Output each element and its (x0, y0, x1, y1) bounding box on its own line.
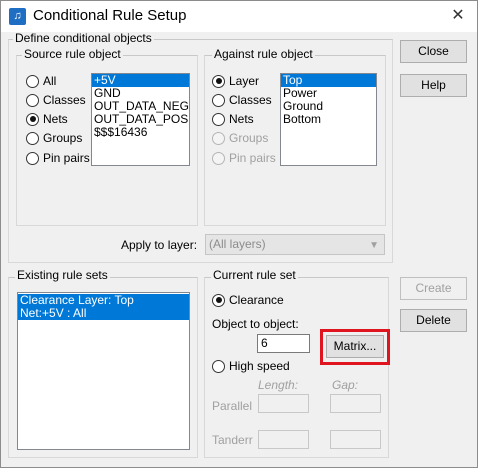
against-rule-object-label: Against rule object (212, 47, 315, 61)
create-button: Create (400, 277, 467, 300)
radio-button-icon (26, 93, 39, 107)
high-speed-radio[interactable]: High speed (212, 358, 290, 374)
source-radio-all[interactable]: All (26, 73, 56, 89)
existing-rule-sets-label: Existing rule sets (15, 268, 110, 282)
source-radio-groups[interactable]: Groups (26, 130, 82, 146)
radio-button-icon (26, 151, 39, 165)
clearance-radio[interactable]: Clearance (212, 292, 284, 308)
source-radio-classes[interactable]: Classes (26, 92, 86, 108)
against-radio-nets[interactable]: Nets (212, 111, 254, 127)
close-icon[interactable]: ✕ (447, 5, 469, 27)
against-radio-layer[interactable]: Layer (212, 73, 259, 89)
tandem-label: Tanderr (212, 433, 253, 447)
conditional-rule-dialog: ♫ Conditional Rule Setup ✕ Define condit… (0, 0, 478, 468)
radio-button-icon (26, 112, 39, 126)
against-object-list[interactable]: Top Power Ground Bottom (280, 73, 377, 166)
radio-button-icon (212, 74, 225, 88)
source-radio-nets[interactable]: Nets (26, 111, 68, 127)
app-icon: ♫ (9, 8, 26, 25)
against-radio-groups: Groups (212, 130, 268, 146)
gap-label: Gap: (332, 378, 359, 392)
current-rule-set-label: Current rule set (211, 268, 298, 282)
source-rule-object-label: Source rule object (22, 47, 123, 61)
object-to-object-input[interactable]: 6 (257, 334, 310, 353)
radio-button-icon (26, 74, 39, 88)
list-item[interactable]: $$$16436 (92, 126, 189, 139)
radio-button-icon (212, 293, 225, 307)
tandem-gap-input (330, 430, 381, 449)
window-title: Conditional Rule Setup (33, 7, 187, 24)
parallel-length-input (258, 394, 309, 413)
define-conditional-objects-label: Define conditional objects (13, 31, 154, 45)
radio-button-icon (212, 131, 225, 145)
apply-to-layer-label: Apply to layer: (121, 238, 198, 252)
parallel-gap-input (330, 394, 381, 413)
against-radio-classes[interactable]: Classes (212, 92, 272, 108)
chevron-down-icon: ▼ (369, 240, 379, 251)
help-button[interactable]: Help (400, 74, 467, 97)
object-to-object-label: Object to object: (212, 317, 299, 331)
radio-button-icon (212, 112, 225, 126)
delete-button[interactable]: Delete (400, 309, 467, 332)
parallel-label: Parallel (212, 399, 253, 413)
matrix-button[interactable]: Matrix... (326, 335, 384, 358)
tandem-length-input (258, 430, 309, 449)
radio-button-icon (212, 359, 225, 373)
source-radio-pin-pairs[interactable]: Pin pairs (26, 150, 90, 166)
source-object-list[interactable]: +5V GND OUT_DATA_NEG OUT_DATA_POS $$$164… (91, 73, 190, 166)
apply-to-layer-select: (All layers) ▼ (205, 234, 385, 255)
against-radio-pin-pairs: Pin pairs (212, 150, 276, 166)
radio-button-icon (212, 93, 225, 107)
title-bar[interactable]: ♫ Conditional Rule Setup ✕ (1, 1, 477, 32)
radio-button-icon (212, 151, 225, 165)
close-button[interactable]: Close (400, 40, 467, 63)
list-item[interactable]: Bottom (281, 113, 376, 126)
length-label: Length: (258, 378, 299, 392)
radio-button-icon (26, 131, 39, 145)
list-item[interactable]: Net:+5V : All (18, 307, 189, 320)
existing-rule-sets-list[interactable]: Clearance Layer: Top Net:+5V : All (17, 292, 190, 450)
